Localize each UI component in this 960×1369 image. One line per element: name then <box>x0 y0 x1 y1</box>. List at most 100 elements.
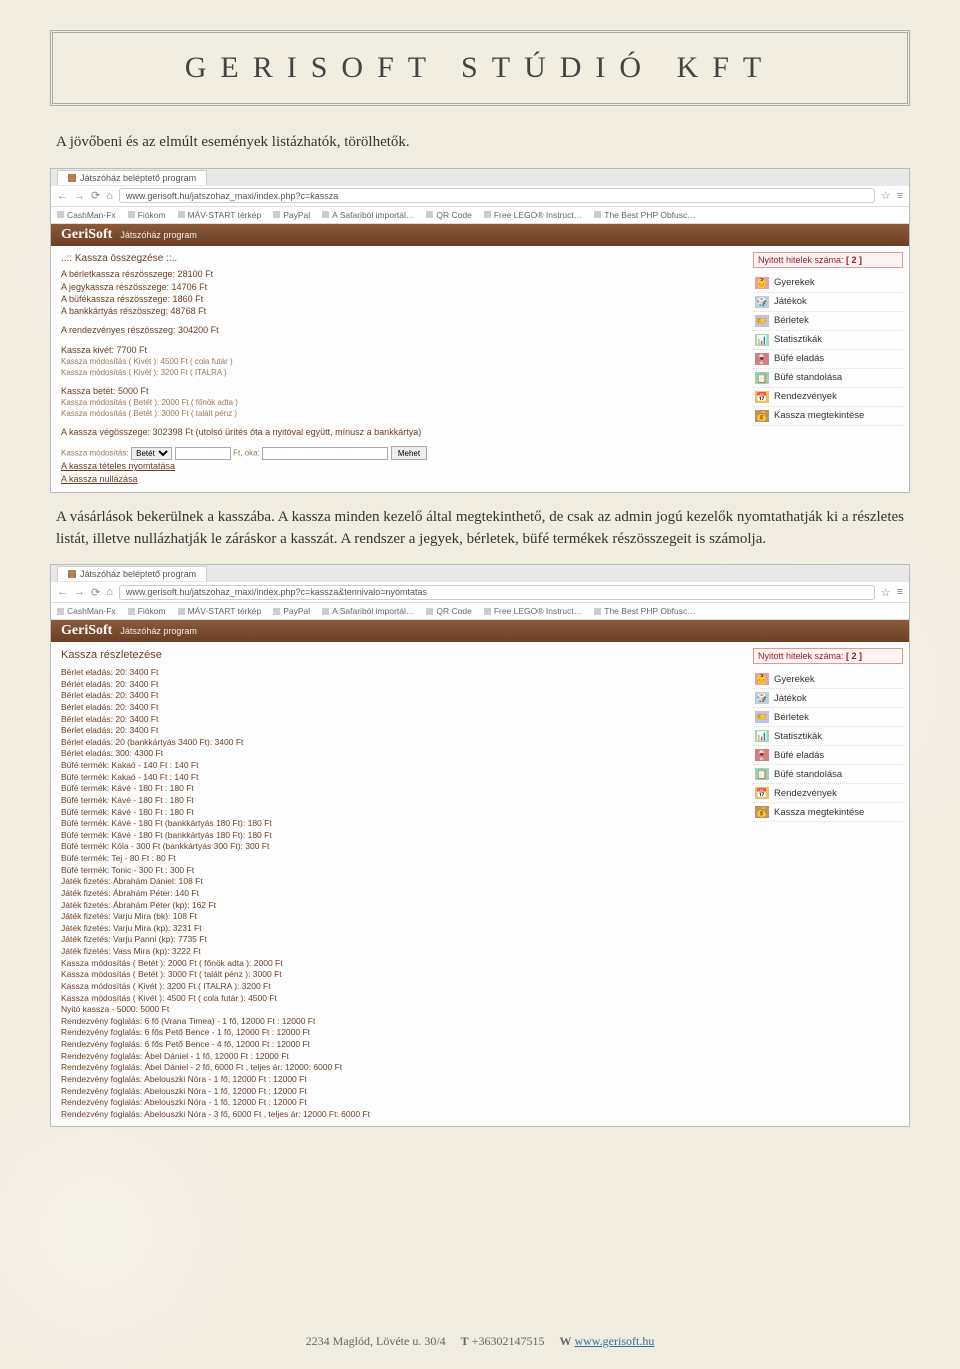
mod-row: Kassza módosítás: Betét Ft, oka: Mehet <box>61 446 737 460</box>
bookmark-item[interactable]: Fiókom <box>128 210 166 220</box>
detail-line: Rendezvény foglalás: 6 fő (Vrana Timea) … <box>61 1016 737 1027</box>
main-content-detail: Kassza részletezése Bérlet eladás: 20: 3… <box>51 642 747 1126</box>
sidebar-icon: 📊 <box>755 730 769 742</box>
sidebar-icon: 👶 <box>755 277 769 289</box>
sidebar-item[interactable]: 👶Gyerekek <box>753 670 903 689</box>
print-link[interactable]: A kassza tételes nyomtatása <box>61 461 175 471</box>
credits-box: Nyitott hitelek száma: [ 2 ] <box>753 252 903 268</box>
mod-amount-input[interactable] <box>175 447 231 460</box>
bookmark-item[interactable]: Free LEGO® Instruct… <box>484 210 582 220</box>
bookmark-item[interactable]: MÁV-START térkép <box>178 210 262 220</box>
address-bar[interactable]: www.gerisoft.hu/jatszohaz_maxi/index.php… <box>119 585 875 600</box>
detail-line: Büfé termék: Kóla - 300 Ft (bankkártyás … <box>61 841 737 852</box>
tab-title: Játszóház beléptető program <box>80 173 196 183</box>
sidebar-item-label: Játékok <box>774 296 807 307</box>
summary-line: Kassza módosítás ( Betét ): 3000 Ft ( ta… <box>61 409 737 419</box>
sidebar-item-label: Kassza megtekintése <box>774 410 864 421</box>
bookmark-item[interactable]: Free LEGO® Instruct… <box>484 606 582 616</box>
bookmark-icon <box>484 211 491 218</box>
bookmarks-bar: CashMan-Fx Fiókom MÁV-START térkép PayPal A … <box>51 603 909 620</box>
bookmark-icon <box>57 211 64 218</box>
sidebar-item[interactable]: 🎫Bérletek <box>753 708 903 727</box>
detail-line: Rendezvény foglalás: 6 fős Pető Bence - … <box>61 1039 737 1050</box>
back-icon[interactable]: ← <box>57 586 68 598</box>
sidebar-item[interactable]: 📅Rendezvények <box>753 388 903 407</box>
bookmark-item[interactable]: The Best PHP Obfusc… <box>594 606 696 616</box>
browser-tab[interactable]: Játszóház beléptető program <box>57 566 207 581</box>
sidebar-item-label: Büfé standolása <box>774 372 842 383</box>
detail-line: Büfé termék: Kávé - 180 Ft : 180 Ft <box>61 783 737 794</box>
bookmark-item[interactable]: CashMan-Fx <box>57 210 116 220</box>
reset-link[interactable]: A kassza nullázása <box>61 474 138 484</box>
star-icon[interactable]: ☆ <box>881 586 891 599</box>
back-icon[interactable]: ← <box>57 190 68 202</box>
detail-line: Játék fizetés: Varju Mira (bk): 108 Ft <box>61 911 737 922</box>
browser-toolbar: ← → ⟳ ⌂ www.gerisoft.hu/jatszohaz_maxi/i… <box>51 582 909 603</box>
sidebar-icon: 📊 <box>755 334 769 346</box>
address-bar[interactable]: www.gerisoft.hu/jatszohaz_maxi/index.php… <box>119 188 875 203</box>
bookmark-item[interactable]: A Safariból importál… <box>322 606 414 616</box>
home-icon[interactable]: ⌂ <box>106 586 113 598</box>
sidebar-item[interactable]: 📅Rendezvények <box>753 784 903 803</box>
detail-line: Kassza módosítás ( Kivét ): 3200 Ft ( IT… <box>61 981 737 992</box>
mod-reason-input[interactable] <box>262 447 388 460</box>
forward-icon[interactable]: → <box>74 586 85 598</box>
star-icon[interactable]: ☆ <box>881 189 891 202</box>
bookmark-icon <box>128 608 135 615</box>
bookmark-item[interactable]: Fiókom <box>128 606 166 616</box>
footer-web-link[interactable]: www.gerisoft.hu <box>574 1334 654 1348</box>
detail-line: Bérlet eladás: 20: 3400 Ft <box>61 714 737 725</box>
main-content-summary: ..:: Kassza összegzése ::.. A bérletkass… <box>51 246 747 492</box>
footer-phone-label: T <box>461 1334 469 1348</box>
sidebar-icon: 💰 <box>755 806 769 818</box>
reload-icon[interactable]: ⟳ <box>91 189 100 202</box>
sidebar-item[interactable]: 📋Büfé standolása <box>753 765 903 784</box>
bookmark-item[interactable]: PayPal <box>273 606 310 616</box>
reload-icon[interactable]: ⟳ <box>91 586 100 599</box>
browser-toolbar: ← → ⟳ ⌂ www.gerisoft.hu/jatszohaz_maxi/i… <box>51 186 909 207</box>
home-icon[interactable]: ⌂ <box>106 190 113 202</box>
mod-submit-button[interactable]: Mehet <box>391 446 427 460</box>
detail-line: Kassza módosítás ( Betét ): 3000 Ft ( ta… <box>61 969 737 980</box>
sidebar-icon: 💰 <box>755 410 769 422</box>
bookmark-item[interactable]: MÁV-START térkép <box>178 606 262 616</box>
sidebar-item[interactable]: 🎲Játékok <box>753 689 903 708</box>
browser-tab[interactable]: Játszóház beléptető program <box>57 170 207 185</box>
menu-icon[interactable]: ≡ <box>897 190 903 202</box>
sidebar-item[interactable]: 🍷Büfé eladás <box>753 746 903 765</box>
mod-type-select[interactable]: Betét <box>131 447 172 460</box>
bookmark-item[interactable]: The Best PHP Obfusc… <box>594 210 696 220</box>
tab-title: Játszóház beléptető program <box>80 569 196 579</box>
paragraph-2: A vásárlások bekerülnek a kasszába. A ka… <box>56 507 904 551</box>
bookmark-item[interactable]: PayPal <box>273 210 310 220</box>
sidebar-item[interactable]: 📊Statisztikák <box>753 727 903 746</box>
sidebar-item[interactable]: 💰 Kassza megtekintése <box>753 803 903 822</box>
sidebar-item[interactable]: 🎫Bérletek <box>753 312 903 331</box>
bookmark-item[interactable]: QR Code <box>426 210 471 220</box>
bookmark-icon <box>484 608 491 615</box>
detail-line: Rendezvény foglalás: 6 fős Pető Bence - … <box>61 1027 737 1038</box>
app-subtitle: Játszóház program <box>120 626 197 636</box>
bookmark-icon <box>178 608 185 615</box>
sidebar-item[interactable]: 💰 Kassza megtekintése <box>753 407 903 426</box>
detail-line: Rendezvény foglalás: Ábel Dániel - 1 fő,… <box>61 1051 737 1062</box>
bookmark-item[interactable]: QR Code <box>426 606 471 616</box>
sidebar-item[interactable]: 📊Statisztikák <box>753 331 903 350</box>
sidebar-item[interactable]: 📋Büfé standolása <box>753 369 903 388</box>
sidebar-item[interactable]: 🎲Játékok <box>753 293 903 312</box>
summary-line: Kassza módosítás ( Kivét ): 3200 Ft ( IT… <box>61 368 737 378</box>
bookmark-item[interactable]: A Safariból importál… <box>322 210 414 220</box>
sidebar-item-label: Kassza megtekintése <box>774 807 864 818</box>
url-text: www.gerisoft.hu/jatszohaz_maxi/index.php… <box>126 191 338 201</box>
summary-line: A bankkártyás részösszeg: 48768 Ft <box>61 306 737 317</box>
bookmarks-bar: CashMan-Fx Fiókom MÁV-START térkép PayPal A … <box>51 207 909 224</box>
sidebar-item[interactable]: 👶Gyerekek <box>753 274 903 293</box>
forward-icon[interactable]: → <box>74 190 85 202</box>
menu-icon[interactable]: ≡ <box>897 586 903 598</box>
summary-line: Kassza módosítás ( Kivét ): 4500 Ft ( co… <box>61 357 737 367</box>
summary-line: Kassza módosítás ( Betét ): 2000 Ft ( fő… <box>61 398 737 408</box>
sidebar-item-label: Bérletek <box>774 315 809 326</box>
bookmark-item[interactable]: CashMan-Fx <box>57 606 116 616</box>
sidebar-item[interactable]: 🍷Büfé eladás <box>753 350 903 369</box>
detail-line: Büfé termék: Kávé - 180 Ft : 180 Ft <box>61 795 737 806</box>
